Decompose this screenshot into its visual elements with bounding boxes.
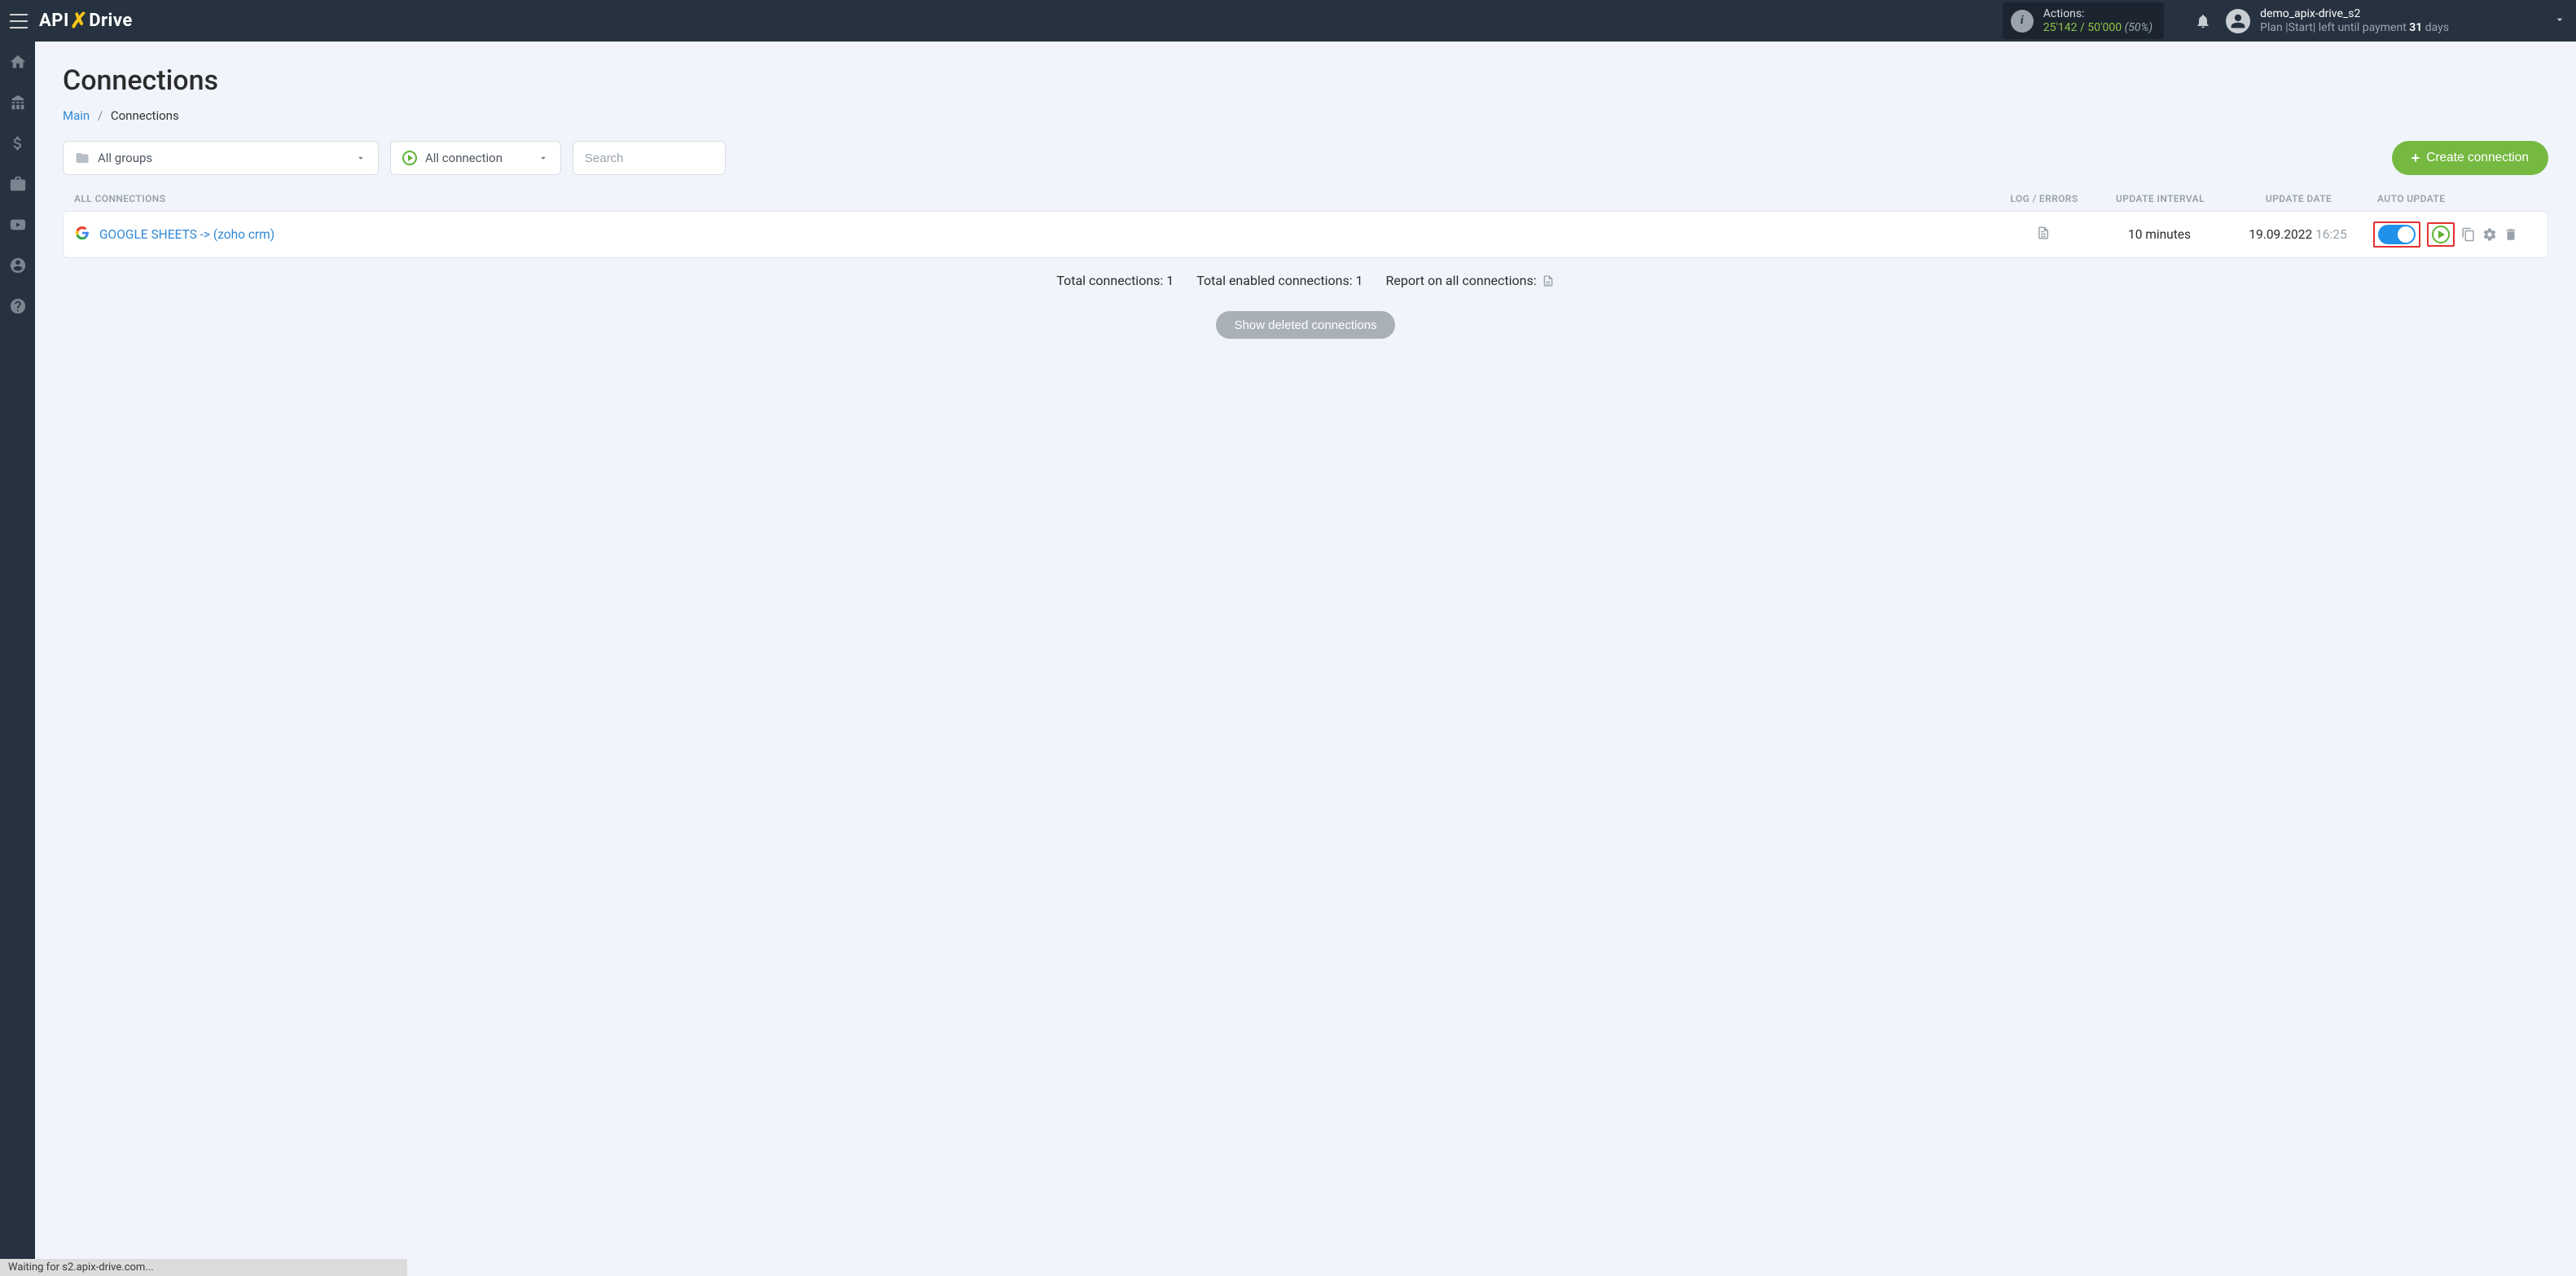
logo[interactable]: API✗Drive — [39, 9, 133, 33]
total-connections: Total connections: 1 — [1056, 273, 1174, 288]
app-header: API✗Drive i Actions: 25'142 / 50'000 (50… — [0, 0, 2576, 42]
groups-label: All groups — [98, 151, 152, 165]
col-all: ALL CONNECTIONS — [74, 193, 1991, 204]
filter-row: All groups All connection + Create conne… — [63, 141, 2548, 175]
actions-used: 25'142 — [2043, 21, 2078, 34]
report-link: Report on all connections: — [1386, 273, 1555, 288]
chevron-down-icon — [355, 152, 366, 164]
connection-select[interactable]: All connection — [390, 141, 561, 175]
google-icon — [75, 226, 90, 243]
auto-update-cell — [2373, 221, 2536, 248]
avatar-icon — [2226, 9, 2250, 33]
main-content: Connections Main / Connections All group… — [35, 42, 2576, 1276]
plus-icon: + — [2411, 150, 2420, 167]
groups-select[interactable]: All groups — [63, 141, 379, 175]
bell-icon[interactable] — [2195, 12, 2211, 30]
breadcrumb-main[interactable]: Main — [63, 108, 90, 123]
actions-counter[interactable]: i Actions: 25'142 / 50'000 (50%) — [2003, 2, 2164, 40]
dollar-icon[interactable] — [9, 134, 27, 152]
plan-info: Plan |Start| left until payment 31 days — [2260, 21, 2449, 35]
menu-icon[interactable] — [10, 14, 28, 29]
home-icon[interactable] — [9, 53, 27, 71]
briefcase-icon[interactable] — [9, 175, 27, 193]
search-input[interactable] — [585, 151, 713, 165]
col-interval: UPDATE INTERVAL — [2097, 193, 2223, 204]
user-circle-icon[interactable] — [9, 257, 27, 274]
connection-name-link[interactable]: GOOGLE SHEETS -> (zoho crm) — [99, 227, 274, 242]
actions-pct: (50%) — [2125, 21, 2153, 34]
connection-label: All connection — [425, 151, 502, 165]
col-date: UPDATE DATE — [2223, 193, 2374, 204]
run-now-button[interactable] — [2432, 226, 2450, 243]
gear-icon[interactable] — [2482, 227, 2497, 242]
trash-icon[interactable] — [2504, 227, 2518, 242]
date-cell: 19.09.2022 16:25 — [2223, 227, 2373, 242]
log-cell — [1990, 225, 2096, 244]
document-icon[interactable] — [2036, 225, 2051, 241]
play-circle-icon — [402, 151, 417, 165]
browser-status-bar: Waiting for s2.apix-drive.com... — [0, 1259, 407, 1276]
copy-icon[interactable] — [2461, 227, 2476, 242]
show-deleted-button[interactable]: Show deleted connections — [1216, 311, 1394, 339]
summary-row: Total connections: 1 Total enabled conne… — [63, 273, 2548, 288]
interval-cell: 10 minutes — [2096, 227, 2223, 242]
create-label: Create connection — [2426, 151, 2529, 165]
document-icon[interactable] — [1542, 274, 1555, 288]
actions-label: Actions: — [2043, 7, 2153, 21]
sitemap-icon[interactable] — [9, 94, 27, 112]
info-icon: i — [2011, 10, 2034, 33]
youtube-icon[interactable] — [9, 216, 27, 234]
folder-icon — [75, 151, 90, 165]
help-icon[interactable] — [9, 297, 27, 315]
actions-limit: / 50'000 — [2080, 21, 2122, 34]
table-row: GOOGLE SHEETS -> (zoho crm) 10 minutes 1… — [63, 211, 2548, 258]
chevron-down-icon — [538, 152, 549, 164]
chevron-down-icon[interactable] — [2553, 13, 2566, 29]
breadcrumb: Main / Connections — [63, 108, 2548, 123]
table-header: ALL CONNECTIONS LOG / ERRORS UPDATE INTE… — [63, 193, 2548, 211]
search-input-wrapper[interactable] — [573, 141, 726, 175]
breadcrumb-current: Connections — [111, 108, 179, 123]
user-name: demo_apix-drive_s2 — [2260, 7, 2449, 21]
auto-update-toggle[interactable] — [2378, 225, 2416, 244]
highlight-box-play — [2427, 222, 2455, 247]
col-log: LOG / ERRORS — [1991, 193, 2097, 204]
create-connection-button[interactable]: + Create connection — [2392, 141, 2548, 175]
highlight-box-toggle — [2373, 221, 2420, 248]
user-menu[interactable]: demo_apix-drive_s2 Plan |Start| left unt… — [2226, 7, 2449, 35]
col-auto: AUTO UPDATE — [2374, 193, 2537, 204]
page-title: Connections — [63, 64, 2548, 97]
sidebar — [0, 42, 35, 1276]
total-enabled: Total enabled connections: 1 — [1196, 273, 1363, 288]
